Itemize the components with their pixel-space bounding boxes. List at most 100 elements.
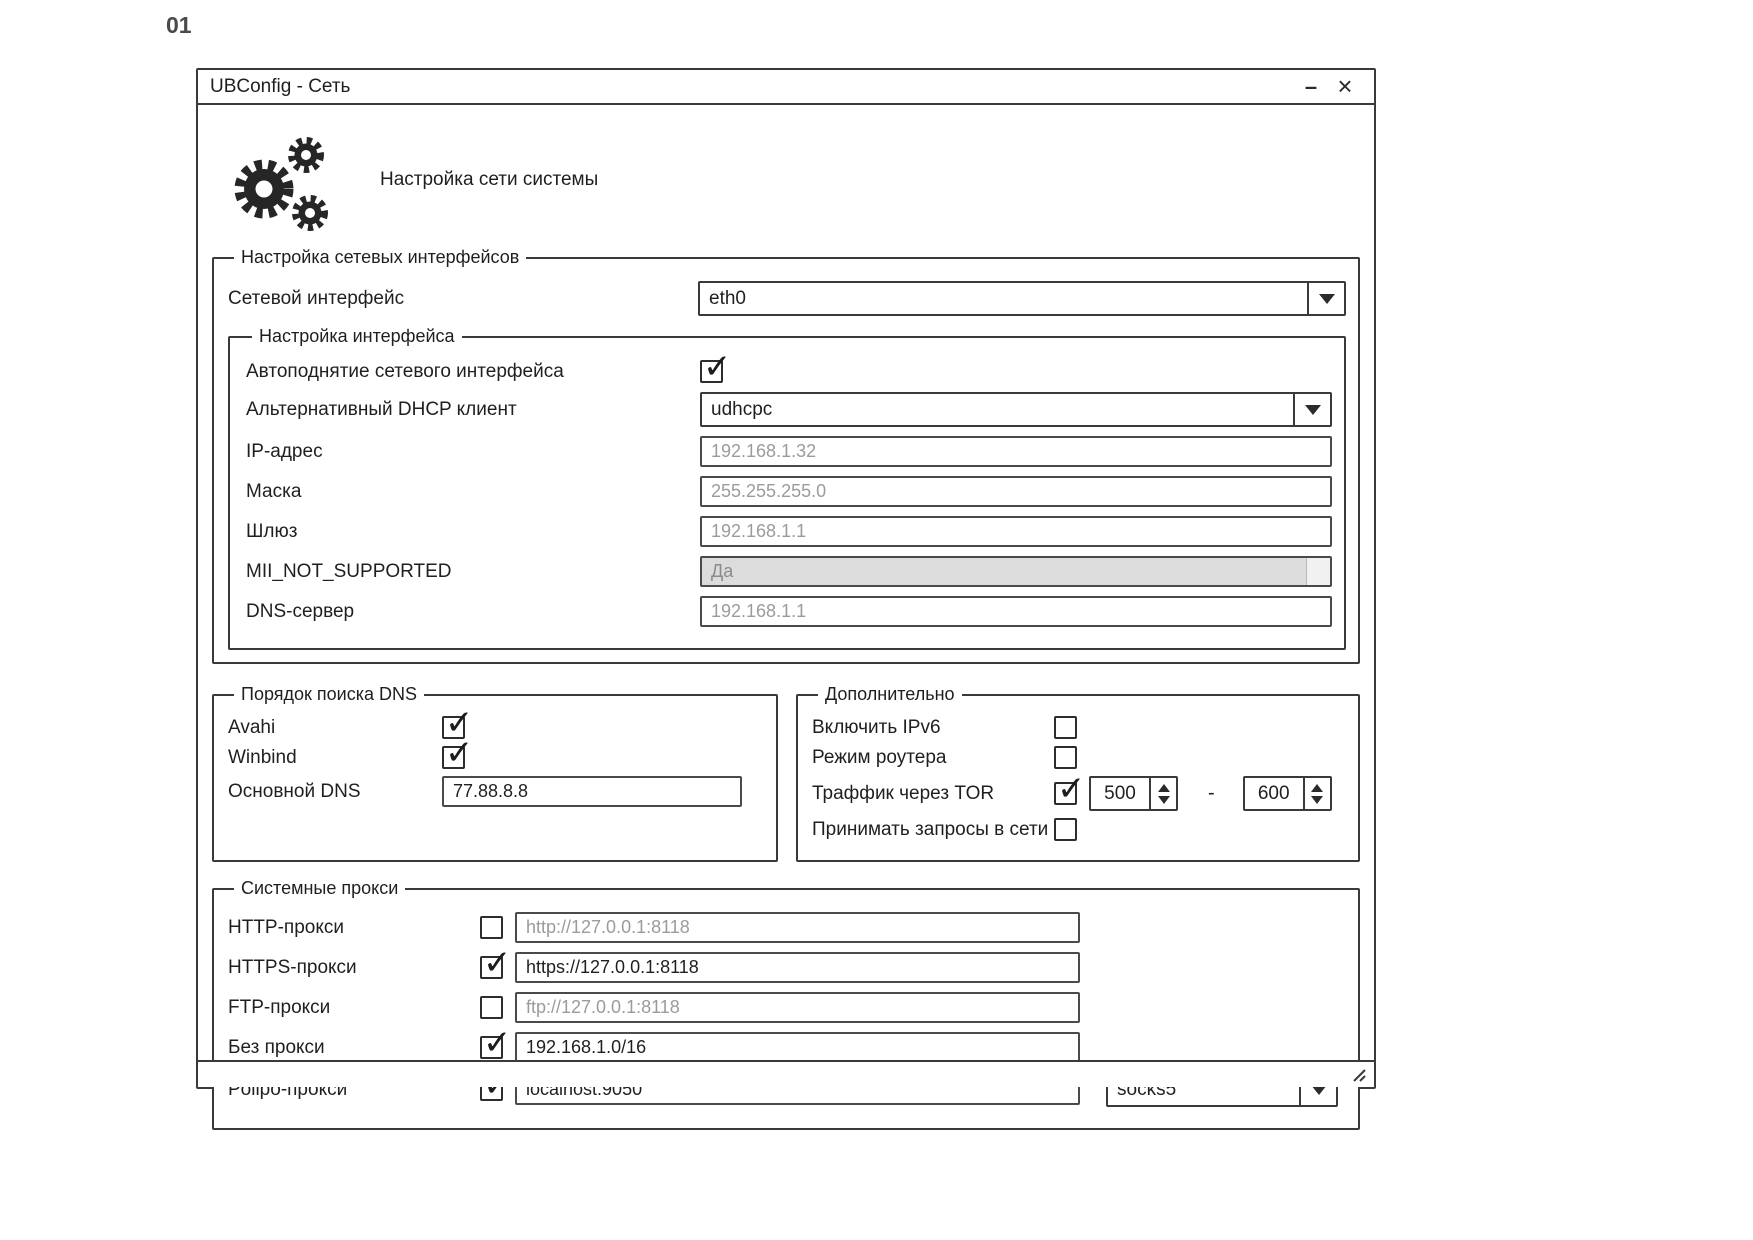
- figure-label: 01: [166, 12, 192, 39]
- http-proxy-checkbox[interactable]: [480, 916, 503, 939]
- accept-requests-label: Принимать запросы в сети: [812, 819, 1054, 841]
- form-row: Автоподнятие сетевого интерфейса: [246, 360, 1332, 383]
- form-row: Winbind: [228, 746, 764, 769]
- spin-up-icon[interactable]: [1311, 784, 1323, 792]
- netmask-input[interactable]: [700, 476, 1332, 507]
- status-bar: [198, 1060, 1374, 1087]
- no-proxy-checkbox[interactable]: [480, 1036, 503, 1059]
- form-row: FTP-прокси: [228, 992, 1346, 1023]
- https-proxy-checkbox[interactable]: [480, 956, 503, 979]
- tor-port-from-spinner[interactable]: 500: [1089, 776, 1178, 811]
- mii-value: Да: [711, 561, 733, 582]
- spinner-buttons[interactable]: [1303, 778, 1330, 809]
- chevron-down-icon: [1319, 294, 1335, 304]
- interface-dropdown[interactable]: eth0: [698, 281, 1346, 316]
- gears-icon: [228, 131, 336, 235]
- form-row: HTTP-прокси: [228, 912, 1346, 943]
- router-mode-label: Режим роутера: [812, 747, 1054, 769]
- mii-label: MII_NOT_SUPPORTED: [246, 561, 700, 583]
- form-row: DNS-сервер: [246, 596, 1332, 627]
- https-proxy-label: HTTPS-прокси: [228, 957, 480, 979]
- accept-requests-checkbox[interactable]: [1054, 818, 1077, 841]
- interface-dropdown-value: eth0: [700, 283, 1307, 314]
- system-proxies-group: Системные прокси HTTP-прокси HTTPS-прокс…: [212, 878, 1360, 1130]
- network-interfaces-group: Настройка сетевых интерфейсов Сетевой ин…: [212, 247, 1360, 664]
- interface-label: Сетевой интерфейс: [228, 288, 698, 310]
- form-row: Сетевой интерфейс eth0: [228, 281, 1346, 316]
- system-proxies-group-title: Системные прокси: [234, 878, 405, 899]
- form-row: Режим роутера: [812, 746, 1346, 769]
- spinner-value: 500: [1091, 778, 1149, 809]
- dns-order-group-title: Порядок поиска DNS: [234, 684, 424, 705]
- tor-port-to-spinner[interactable]: 600: [1243, 776, 1332, 811]
- disabled-field-strip: [1306, 558, 1330, 585]
- form-row: MII_NOT_SUPPORTED Да: [246, 556, 1332, 587]
- spinner-buttons[interactable]: [1149, 778, 1176, 809]
- no-proxy-input[interactable]: [515, 1032, 1080, 1063]
- network-interfaces-group-title: Настройка сетевых интерфейсов: [234, 247, 526, 268]
- form-row: Маска: [246, 476, 1332, 507]
- primary-dns-label: Основной DNS: [228, 781, 442, 803]
- ipv6-checkbox[interactable]: [1054, 716, 1077, 739]
- dns-server-input[interactable]: [700, 596, 1332, 627]
- ftp-proxy-input[interactable]: [515, 992, 1080, 1023]
- dropdown-arrow-button[interactable]: [1307, 283, 1344, 314]
- dns-server-label: DNS-сервер: [246, 601, 700, 623]
- form-row: Avahi: [228, 716, 764, 739]
- ftp-proxy-label: FTP-прокси: [228, 997, 480, 1019]
- spinner-value: 600: [1245, 778, 1303, 809]
- no-proxy-label: Без прокси: [228, 1037, 480, 1059]
- minimize-button[interactable]: –: [1294, 77, 1328, 97]
- header-caption: Настройка сети системы: [380, 169, 598, 191]
- auto-up-checkbox[interactable]: [700, 360, 723, 383]
- ipv6-label: Включить IPv6: [812, 717, 1054, 739]
- auto-up-label: Автоподнятие сетевого интерфейса: [246, 361, 700, 383]
- router-mode-checkbox[interactable]: [1054, 746, 1077, 769]
- range-separator: -: [1208, 782, 1215, 805]
- ftp-proxy-checkbox[interactable]: [480, 996, 503, 1019]
- form-row: Принимать запросы в сети: [812, 818, 1346, 841]
- dhcp-client-dropdown-value: udhcpc: [702, 394, 1293, 425]
- form-row: Альтернативный DHCP клиент udhcpc: [246, 392, 1332, 427]
- window-header: Настройка сети системы: [198, 105, 1374, 243]
- primary-dns-input[interactable]: [442, 776, 742, 807]
- https-proxy-input[interactable]: [515, 952, 1080, 983]
- dropdown-arrow-button[interactable]: [1293, 394, 1330, 425]
- interface-settings-group-title: Настройка интерфейса: [252, 326, 462, 347]
- tor-traffic-checkbox[interactable]: [1054, 782, 1077, 805]
- spin-up-icon[interactable]: [1158, 784, 1170, 792]
- avahi-label: Avahi: [228, 717, 442, 739]
- chevron-down-icon: [1305, 405, 1321, 415]
- ip-address-input[interactable]: [700, 436, 1332, 467]
- spin-down-icon[interactable]: [1311, 796, 1323, 804]
- dns-order-group: Порядок поиска DNS Avahi Winbind Основно…: [212, 684, 778, 862]
- form-row: Основной DNS: [228, 776, 764, 807]
- middle-groups: Порядок поиска DNS Avahi Winbind Основно…: [212, 684, 1360, 862]
- winbind-label: Winbind: [228, 747, 442, 769]
- mii-field: Да: [700, 556, 1332, 587]
- tor-traffic-label: Траффик через TOR: [812, 783, 1054, 805]
- dhcp-client-label: Альтернативный DHCP клиент: [246, 399, 700, 421]
- additional-group: Дополнительно Включить IPv6 Режим роутер…: [796, 684, 1360, 862]
- additional-group-title: Дополнительно: [818, 684, 962, 705]
- form-row: Включить IPv6: [812, 716, 1346, 739]
- form-row: Шлюз: [246, 516, 1332, 547]
- form-row: HTTPS-прокси: [228, 952, 1346, 983]
- close-button[interactable]: ×: [1328, 71, 1362, 102]
- title-bar: UBConfig - Сеть – ×: [198, 70, 1374, 105]
- form-row: Без прокси: [228, 1032, 1346, 1063]
- form-row: IP-адрес: [246, 436, 1332, 467]
- dhcp-client-dropdown[interactable]: udhcpc: [700, 392, 1332, 427]
- resize-grip[interactable]: [1350, 1068, 1366, 1082]
- netmask-label: Маска: [246, 481, 700, 503]
- gateway-label: Шлюз: [246, 521, 700, 543]
- window-title: UBConfig - Сеть: [210, 76, 1294, 98]
- http-proxy-label: HTTP-прокси: [228, 917, 480, 939]
- winbind-checkbox[interactable]: [442, 746, 465, 769]
- window: UBConfig - Сеть – × Настройка сети систе…: [196, 68, 1376, 1089]
- http-proxy-input[interactable]: [515, 912, 1080, 943]
- spin-down-icon[interactable]: [1158, 796, 1170, 804]
- ip-address-label: IP-адрес: [246, 441, 700, 463]
- form-row: Траффик через TOR 500 - 600: [812, 776, 1346, 811]
- gateway-input[interactable]: [700, 516, 1332, 547]
